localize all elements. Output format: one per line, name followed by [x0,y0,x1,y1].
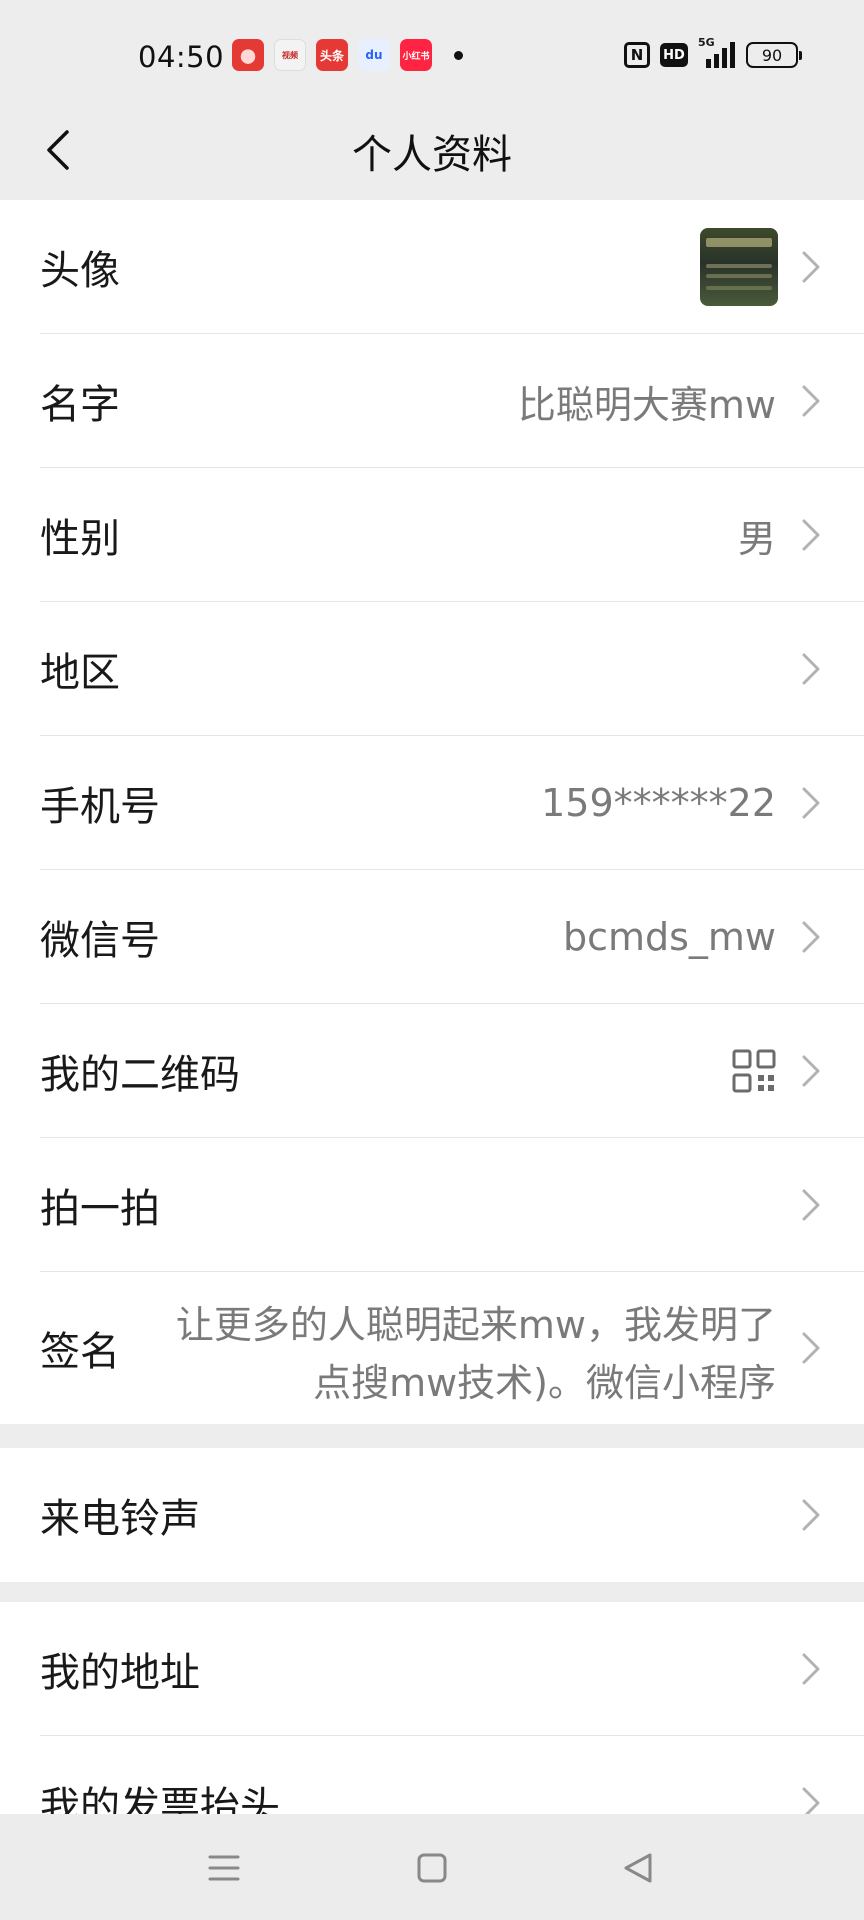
phone-row[interactable]: 手机号 159******22 [0,736,864,870]
chevron-right-icon [802,1055,820,1087]
chevron-right-icon [802,921,820,953]
avatar [700,228,778,306]
ringtone-label: 来电铃声 [40,1496,200,1542]
signal-strength-icon: 5G [698,36,736,70]
toutiao-icon: 头条 [316,39,348,71]
system-back-button[interactable] [614,1844,662,1892]
system-navigation-bar [0,1814,864,1920]
signature-line-1: 让更多的人聪明起来mw，我发明了 [175,1303,776,1347]
qrcode-row[interactable]: 我的二维码 [0,1004,864,1138]
avatar-label: 头像 [40,248,120,294]
more-notifications-dot-icon [454,50,463,60]
news-app-icon: 视频 [274,39,306,71]
region-row[interactable]: 地区 [0,602,864,736]
wechat-id-label: 微信号 [40,918,160,964]
name-row[interactable]: 名字 比聪明大赛mw [0,334,864,468]
signature-line-2: 点搜mw技术)。微信小程序 [313,1361,776,1405]
chevron-right-icon [802,787,820,819]
address-row[interactable]: 我的地址 [0,1602,864,1736]
page-title: 个人资料 [352,132,512,178]
name-label: 名字 [40,382,120,428]
hd-voice-icon: HD [660,43,688,67]
gender-label: 性别 [40,516,120,562]
qr-code-icon [732,1049,776,1093]
avatar-row[interactable]: 头像 [0,200,864,334]
phone-label: 手机号 [40,784,160,830]
chevron-right-icon [802,251,820,283]
pinduoduo-icon [232,39,264,71]
chevron-right-icon [802,1189,820,1221]
chevron-right-icon [802,1332,820,1364]
profile-screen: 04:50 视频 头条 du 小红书 N HD 5G 90 个人资料 头像 名字… [0,0,864,1920]
wechat-id-value: bcmds_mw [562,915,776,959]
ringtone-group: 来电铃声 [0,1448,864,1582]
baidu-icon: du [358,39,390,71]
signature-label: 签名 [40,1329,120,1375]
navigation-bar: 个人资料 [0,100,864,200]
recent-apps-button[interactable] [200,1844,248,1892]
chevron-right-icon [802,1787,820,1814]
nfc-icon: N [624,42,650,68]
wechat-id-row[interactable]: 微信号 bcmds_mw [0,870,864,1004]
name-value: 比聪明大赛mw [517,382,776,427]
chevron-right-icon [802,653,820,685]
invoice-title-row[interactable]: 我的发票抬头 [0,1736,864,1814]
profile-info-group: 头像 名字 比聪明大赛mw 性别 男 地区 手机号 159******22 微信… [0,200,864,1424]
pat-label: 拍一拍 [40,1186,160,1232]
status-time: 04:50 [138,40,225,74]
network-type-label: 5G [698,36,715,49]
notification-app-icons: 视频 头条 du 小红书 [232,39,463,71]
chevron-right-icon [802,1499,820,1531]
ringtone-row[interactable]: 来电铃声 [0,1448,864,1582]
status-bar: 04:50 视频 头条 du 小红书 N HD 5G 90 [0,0,864,100]
region-label: 地区 [40,650,120,696]
battery-level: 90 [761,45,783,65]
phone-value: 159******22 [541,781,776,825]
chevron-right-icon [802,385,820,417]
menu-icon [208,1855,240,1881]
chevron-right-icon [802,519,820,551]
pat-row[interactable]: 拍一拍 [0,1138,864,1272]
signature-row[interactable]: 签名 让更多的人聪明起来mw，我发明了 点搜mw技术)。微信小程序 [0,1272,864,1424]
back-triangle-icon [624,1853,652,1883]
home-square-icon [417,1853,447,1883]
address-label: 我的地址 [40,1650,200,1696]
chevron-right-icon [802,1653,820,1685]
battery-icon: 90 [746,42,802,68]
signature-value: 让更多的人聪明起来mw，我发明了 点搜mw技术)。微信小程序 [166,1296,776,1412]
invoice-title-label: 我的发票抬头 [40,1784,280,1814]
gender-value: 男 [737,516,776,561]
qrcode-label: 我的二维码 [40,1052,240,1098]
xiaohongshu-icon: 小红书 [400,39,432,71]
home-button[interactable] [408,1844,456,1892]
status-indicators: N HD 5G 90 [624,36,802,70]
address-group: 我的地址 我的发票抬头 [0,1602,864,1814]
gender-row[interactable]: 性别 男 [0,468,864,602]
